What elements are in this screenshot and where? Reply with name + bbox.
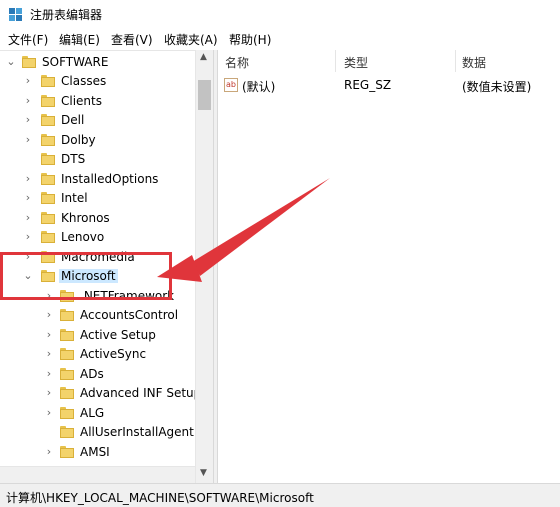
tree-item-label: Advanced INF Setup (80, 386, 202, 400)
tree-item-label: AllUserInstallAgent (80, 425, 194, 439)
tree-item-alg[interactable]: › ALG (0, 404, 194, 424)
string-value-icon: ab (224, 78, 238, 92)
folder-icon (60, 387, 74, 399)
folder-icon (41, 231, 55, 243)
tree-item-label: InstalledOptions (61, 172, 159, 186)
folder-icon (60, 309, 74, 321)
chevron-right-icon[interactable]: › (23, 173, 33, 185)
menu-bar: 文件(F) 编辑(E) 查看(V) 收藏夹(A) 帮助(H) (0, 28, 560, 50)
chevron-right-icon[interactable]: › (44, 407, 54, 419)
chevron-right-icon[interactable]: › (44, 309, 54, 321)
value-name: (默认) (242, 80, 276, 94)
title-bar: 注册表编辑器 (0, 0, 560, 28)
folder-icon (41, 134, 55, 146)
folder-icon (60, 348, 74, 360)
menu-view[interactable]: 查看(V) (111, 31, 153, 48)
chevron-right-icon[interactable]: › (44, 329, 54, 341)
regedit-icon (9, 8, 22, 21)
table-row[interactable]: ab (默认) REG_SZ (数值未设置) (218, 76, 560, 96)
tree-item-khronos[interactable]: › Khronos (0, 209, 194, 229)
chevron-right-icon[interactable]: › (44, 348, 54, 360)
tree-item-intel[interactable]: › Intel (0, 189, 194, 209)
tree-item-installedoptions[interactable]: › InstalledOptions (0, 170, 194, 190)
tree-item-label: Dolby (61, 133, 96, 147)
column-header-name[interactable]: 名称 (225, 54, 249, 71)
folder-icon (41, 114, 55, 126)
tree-item-label: Lenovo (61, 230, 105, 244)
folder-icon (60, 329, 74, 341)
tree-item-label: ADs (80, 367, 104, 381)
chevron-right-icon[interactable]: › (44, 387, 54, 399)
folder-icon (60, 368, 74, 380)
folder-icon (41, 212, 55, 224)
folder-icon (41, 173, 55, 185)
chevron-right-icon[interactable]: › (23, 192, 33, 204)
tree-item-advanced-inf-setup[interactable]: › Advanced INF Setup (0, 384, 201, 404)
tree-horizontal-scrollbar[interactable] (0, 466, 195, 483)
chevron-right-icon[interactable]: › (44, 368, 54, 380)
folder-icon (60, 407, 74, 419)
menu-file[interactable]: 文件(F) (8, 31, 48, 48)
tree-item-classes[interactable]: › Classes (0, 72, 194, 92)
scroll-up-icon[interactable]: ▲ (200, 52, 207, 62)
tree-item-label: Dell (61, 113, 85, 127)
menu-edit[interactable]: 编辑(E) (59, 31, 100, 48)
tree-item-label: ActiveSync (80, 347, 147, 361)
tree-item-label: DTS (61, 152, 86, 166)
column-divider[interactable] (455, 50, 456, 72)
tree-item-ads[interactable]: › ADs (0, 365, 194, 385)
value-type: REG_SZ (344, 78, 392, 92)
tree-item-dell[interactable]: › Dell (0, 111, 194, 131)
tree-item-dts[interactable]: DTS (0, 150, 194, 170)
folder-icon (22, 56, 36, 68)
status-bar: 计算机\HKEY_LOCAL_MACHINE\SOFTWARE\Microsof… (0, 483, 560, 507)
tree-item-label: Active Setup (80, 328, 156, 342)
chevron-right-icon[interactable]: › (23, 231, 33, 243)
chevron-right-icon[interactable]: › (23, 114, 33, 126)
folder-icon (41, 153, 55, 165)
highlight-box (0, 252, 172, 300)
tree-item-clients[interactable]: › Clients (0, 92, 194, 112)
tree-item-lenovo[interactable]: › Lenovo (0, 228, 194, 248)
tree-item-label: AccountsControl (80, 308, 179, 322)
folder-icon (60, 426, 74, 438)
tree-item-active-setup[interactable]: › Active Setup (0, 326, 194, 346)
tree-item-label: Intel (61, 191, 88, 205)
chevron-right-icon[interactable]: › (23, 134, 33, 146)
tree-item-label: SOFTWARE (42, 55, 109, 69)
tree-item-label: Classes (61, 74, 107, 88)
folder-icon (41, 192, 55, 204)
folder-icon (41, 75, 55, 87)
tree-item-activesync[interactable]: › ActiveSync (0, 345, 194, 365)
menu-help[interactable]: 帮助(H) (229, 31, 271, 48)
folder-icon (41, 95, 55, 107)
tree-item-label: Khronos (61, 211, 110, 225)
value-data: (数值未设置) (462, 80, 532, 94)
column-header-type[interactable]: 类型 (344, 54, 368, 71)
tree-item-amsi[interactable]: › AMSI (0, 443, 194, 463)
chevron-down-icon[interactable]: ⌄ (6, 56, 16, 68)
column-divider[interactable] (335, 50, 336, 72)
tree-item-dolby[interactable]: › Dolby (0, 131, 194, 151)
values-list[interactable]: 名称 类型 数据 ab (默认) REG_SZ (数值未设置) (218, 50, 560, 483)
chevron-right-icon[interactable]: › (23, 75, 33, 87)
menu-favorites[interactable]: 收藏夹(A) (164, 31, 218, 48)
window-title: 注册表编辑器 (30, 8, 103, 22)
tree-item-label: Clients (61, 94, 102, 108)
chevron-right-icon[interactable]: › (44, 446, 54, 458)
scroll-down-icon[interactable]: ▼ (200, 468, 207, 478)
tree-item-label: AMSI (80, 445, 110, 459)
tree-item-alluserinstallagent[interactable]: AllUserInstallAgent (0, 423, 194, 443)
chevron-right-icon[interactable]: › (23, 95, 33, 107)
status-path: 计算机\HKEY_LOCAL_MACHINE\SOFTWARE\Microsof… (6, 491, 314, 505)
chevron-right-icon[interactable]: › (23, 212, 33, 224)
tree-item-software[interactable]: ⌄ SOFTWARE (0, 53, 194, 73)
column-header-data[interactable]: 数据 (462, 54, 486, 71)
scrollbar-thumb[interactable] (198, 80, 211, 110)
tree-vertical-scrollbar[interactable]: ▲ ▼ (195, 50, 213, 483)
tree-item-accountscontrol[interactable]: › AccountsControl (0, 306, 194, 326)
tree-item-label: ALG (80, 406, 105, 420)
folder-icon (60, 446, 74, 458)
